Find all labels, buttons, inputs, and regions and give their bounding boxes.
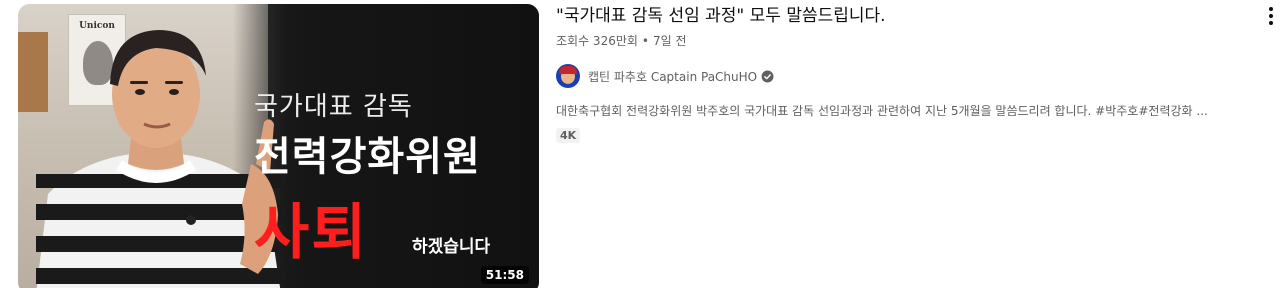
more-dot bbox=[1269, 7, 1273, 11]
duration-badge: 51:58 bbox=[480, 266, 529, 284]
channel-avatar[interactable] bbox=[556, 64, 580, 88]
more-vert-icon[interactable] bbox=[1264, 4, 1278, 28]
more-dot bbox=[1269, 14, 1273, 18]
thumbnail-text-line3: 사퇴 bbox=[254, 198, 369, 268]
thumbnail-text-line1: 국가대표 감독 bbox=[254, 92, 413, 122]
video-metadata: 조회수 326만회 • 7일 전 bbox=[556, 32, 1268, 50]
quality-badge-4k: 4K bbox=[556, 128, 581, 143]
video-title[interactable]: "국가대표 감독 선임 과정" 모두 말씀드립니다. bbox=[556, 4, 1268, 28]
avatar-cap bbox=[559, 66, 577, 74]
view-count: 조회수 326만회 bbox=[556, 34, 638, 48]
video-description: 대한축구협회 전력강화위원 박주호의 국가대표 감독 선임과정과 관련하여 지난… bbox=[556, 104, 1208, 118]
channel-name[interactable]: 캡틴 파추호 Captain PaChuHO bbox=[588, 68, 757, 85]
thumbnail-text-line2: 전력강화위원 bbox=[254, 134, 481, 180]
channel-row[interactable]: 캡틴 파추호 Captain PaChuHO bbox=[556, 64, 1268, 88]
more-dot bbox=[1269, 21, 1273, 25]
video-thumbnail[interactable]: Unicon 국가대표 감독 전력강화위원 사퇴 하겠습니다 51:58 bbox=[18, 4, 539, 288]
meta-separator: • bbox=[641, 34, 649, 48]
verified-check-icon bbox=[761, 70, 774, 82]
upload-age: 7일 전 bbox=[653, 34, 687, 48]
video-info: "국가대표 감독 선임 과정" 모두 말씀드립니다. 조회수 326만회 • 7일 … bbox=[556, 4, 1268, 143]
thumbnail-text-line4: 하겠습니다 bbox=[412, 237, 491, 257]
